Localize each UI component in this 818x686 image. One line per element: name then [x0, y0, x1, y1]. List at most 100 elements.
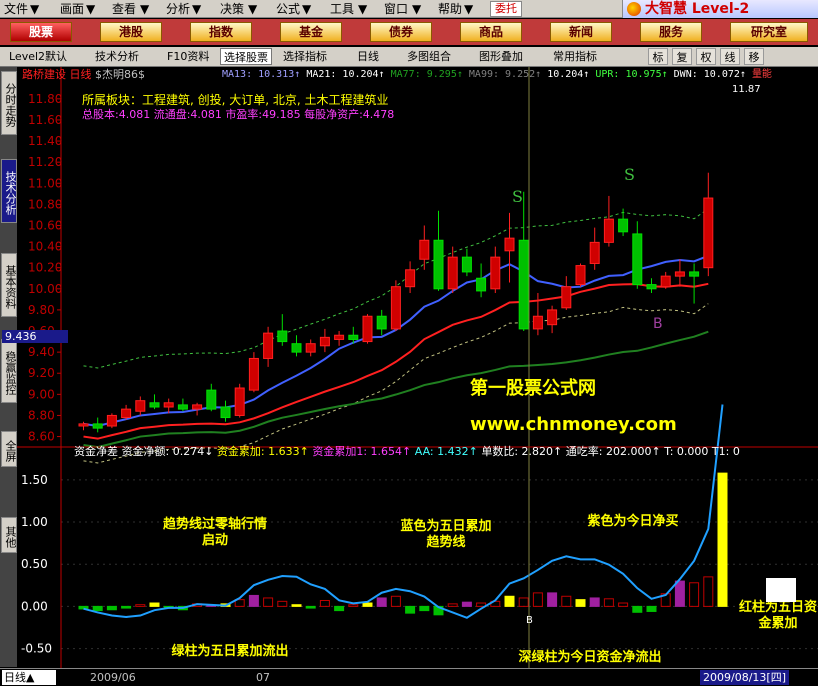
indicator-bar-positive — [376, 597, 387, 607]
nav-news[interactable]: 新闻 — [550, 22, 612, 42]
quick-nav: 股票 港股 指数 基金 债券 商品 新闻 服务 研究室 — [0, 19, 818, 45]
stock-name: 路桥建设 — [22, 68, 66, 81]
line-button[interactable]: 线 — [720, 48, 740, 65]
candle-down — [518, 239, 529, 330]
indicator-bar-negative — [646, 605, 657, 612]
tech-analysis-button[interactable]: 技术分析 — [92, 48, 142, 65]
nav-bonds[interactable]: 债券 — [370, 22, 432, 42]
move-button[interactable]: 移 — [744, 48, 764, 65]
restore-button[interactable]: 复 — [672, 48, 692, 65]
candle-up — [319, 336, 330, 347]
common-indicators-button[interactable]: 常用指标 — [550, 48, 600, 65]
indicator-bar-positive — [149, 602, 160, 607]
candle-down — [177, 404, 188, 410]
candle-down — [618, 218, 629, 233]
date-mid: 07 — [256, 671, 270, 684]
nav-research[interactable]: 研究室 — [730, 22, 808, 42]
candle-up — [405, 269, 416, 288]
indicator-header: 资金净差 资金净额: 0.274↓ 资金累加: 1.633↑ 资金累加1: 1.… — [74, 445, 740, 459]
watermark-url: www.chnmoney.com — [470, 414, 677, 435]
chart-area[interactable]: 11.8011.6011.4011.2011.0010.8010.6010.40… — [17, 67, 818, 668]
tab-fullscreen[interactable]: 全屏 — [1, 431, 17, 467]
multi-chart-button[interactable]: 多图组合 — [404, 48, 454, 65]
period-toggle[interactable]: 日线▲ — [2, 670, 56, 685]
menu-view[interactable]: 查看 — [112, 1, 136, 17]
high-price-label: 11.87 — [732, 84, 761, 95]
tab-intraday[interactable]: 分时走势 — [1, 71, 17, 135]
sell-marker: S — [624, 165, 635, 184]
select-stock-button[interactable]: 选择股票 — [220, 48, 272, 65]
candle-up — [234, 387, 245, 416]
nav-stocks[interactable]: 股票 — [10, 22, 72, 42]
menu-formula[interactable]: 公式 — [276, 1, 300, 17]
menu-tools[interactable]: 工具 — [330, 1, 354, 17]
menu-view-screen[interactable]: 画面 — [60, 1, 84, 17]
price-tick-label: 9.80 — [28, 303, 55, 317]
tab-other[interactable]: 其他 — [1, 517, 17, 553]
overlay-button[interactable]: 图形叠加 — [476, 48, 526, 65]
mark-button[interactable]: 标 — [648, 48, 668, 65]
candle-up — [163, 402, 174, 408]
annotation-dark-green-bar: 深绿柱为今日资金净流出 — [518, 650, 662, 665]
candle-up — [121, 408, 132, 419]
indicator-bar-positive — [461, 601, 472, 607]
indicator-bar-negative — [405, 605, 416, 614]
author-label: $杰明86$ — [95, 68, 145, 81]
indicator-bar-positive — [248, 594, 259, 607]
candle-down — [149, 402, 160, 408]
sell-marker: S — [512, 187, 523, 206]
watermark-title: 第一股票公式网 — [470, 378, 596, 399]
menu-help[interactable]: 帮助 — [438, 1, 462, 17]
price-tick-label: 9.20 — [28, 366, 55, 380]
annotation-trend-zero: 趋势线过零轴行情启动 — [162, 517, 267, 548]
f10-button[interactable]: F10资料 — [164, 48, 212, 65]
indicator-bar-positive — [589, 597, 600, 607]
candle-up — [192, 404, 203, 410]
capital-info: 总股本:4.081 流通盘:4.081 市盈率:49.185 每股净资产:4.4… — [82, 108, 395, 121]
select-indicator-button[interactable]: 选择指标 — [280, 48, 330, 65]
period-select[interactable]: 日线 — [354, 48, 382, 65]
brand-banner: 大智慧 Level-2 — [622, 0, 818, 18]
candle-up — [547, 309, 558, 326]
candle-up — [390, 286, 401, 330]
nav-funds[interactable]: 基金 — [280, 22, 342, 42]
nav-commodities[interactable]: 商品 — [460, 22, 522, 42]
indicator-tick-label: -0.50 — [21, 642, 52, 656]
net-amount-label: 资金净额: 0.274↓ — [121, 445, 214, 458]
menu-window[interactable]: 窗口 — [384, 1, 408, 17]
upr-label: UPR: 10.975↑ — [595, 69, 668, 80]
cumulative-label: 资金累加: 1.633↑ — [216, 445, 309, 458]
candle-up — [561, 286, 572, 309]
buy-marker: B — [526, 615, 533, 626]
order-ratio-label: 单数比: 2.820↑ — [481, 445, 563, 458]
candle-up — [575, 265, 586, 286]
indicator-bar-negative — [106, 605, 117, 611]
indicator-tick-label: 1.50 — [21, 473, 48, 487]
menu-formula-arrow: ▼ — [302, 2, 312, 16]
tab-monitor[interactable]: 稳赢监控 — [1, 339, 17, 403]
candle-up — [305, 343, 316, 353]
nav-services[interactable]: 服务 — [640, 22, 702, 42]
candle-up — [106, 414, 117, 427]
rights-button[interactable]: 权 — [696, 48, 716, 65]
menu-file[interactable]: 文件 — [4, 1, 28, 17]
candle-up — [532, 315, 543, 330]
menu-view-screen-arrow: ▼ — [86, 2, 96, 16]
indicator-tick-label: 0.00 — [21, 599, 48, 613]
tab-fundamentals[interactable]: 基本资料 — [1, 253, 17, 317]
toolbar: Level2默认 技术分析 F10资料 选择股票 选择指标 日线 多图组合 图形… — [0, 47, 818, 67]
menu-decision[interactable]: 决策 — [220, 1, 244, 17]
menu-decision-arrow: ▼ — [248, 2, 258, 16]
layout-select[interactable]: Level2默认 — [6, 48, 70, 65]
candle-down — [433, 239, 444, 290]
ma-legend: MA13: 10.313↑ MA21: 10.204↑ MA77: 9.295↑… — [222, 68, 772, 82]
tab-technical[interactable]: 技术分析 — [1, 159, 17, 223]
trade-button[interactable]: 委托 — [490, 1, 522, 17]
candle-up — [334, 334, 345, 340]
menu-analysis[interactable]: 分析 — [166, 1, 190, 17]
candle-up — [703, 197, 714, 269]
ma99-label: MA99: 9.252↑ — [468, 69, 542, 80]
nav-hk-stocks[interactable]: 港股 — [100, 22, 162, 42]
indicator-bar-negative — [121, 605, 132, 609]
nav-index[interactable]: 指数 — [190, 22, 252, 42]
